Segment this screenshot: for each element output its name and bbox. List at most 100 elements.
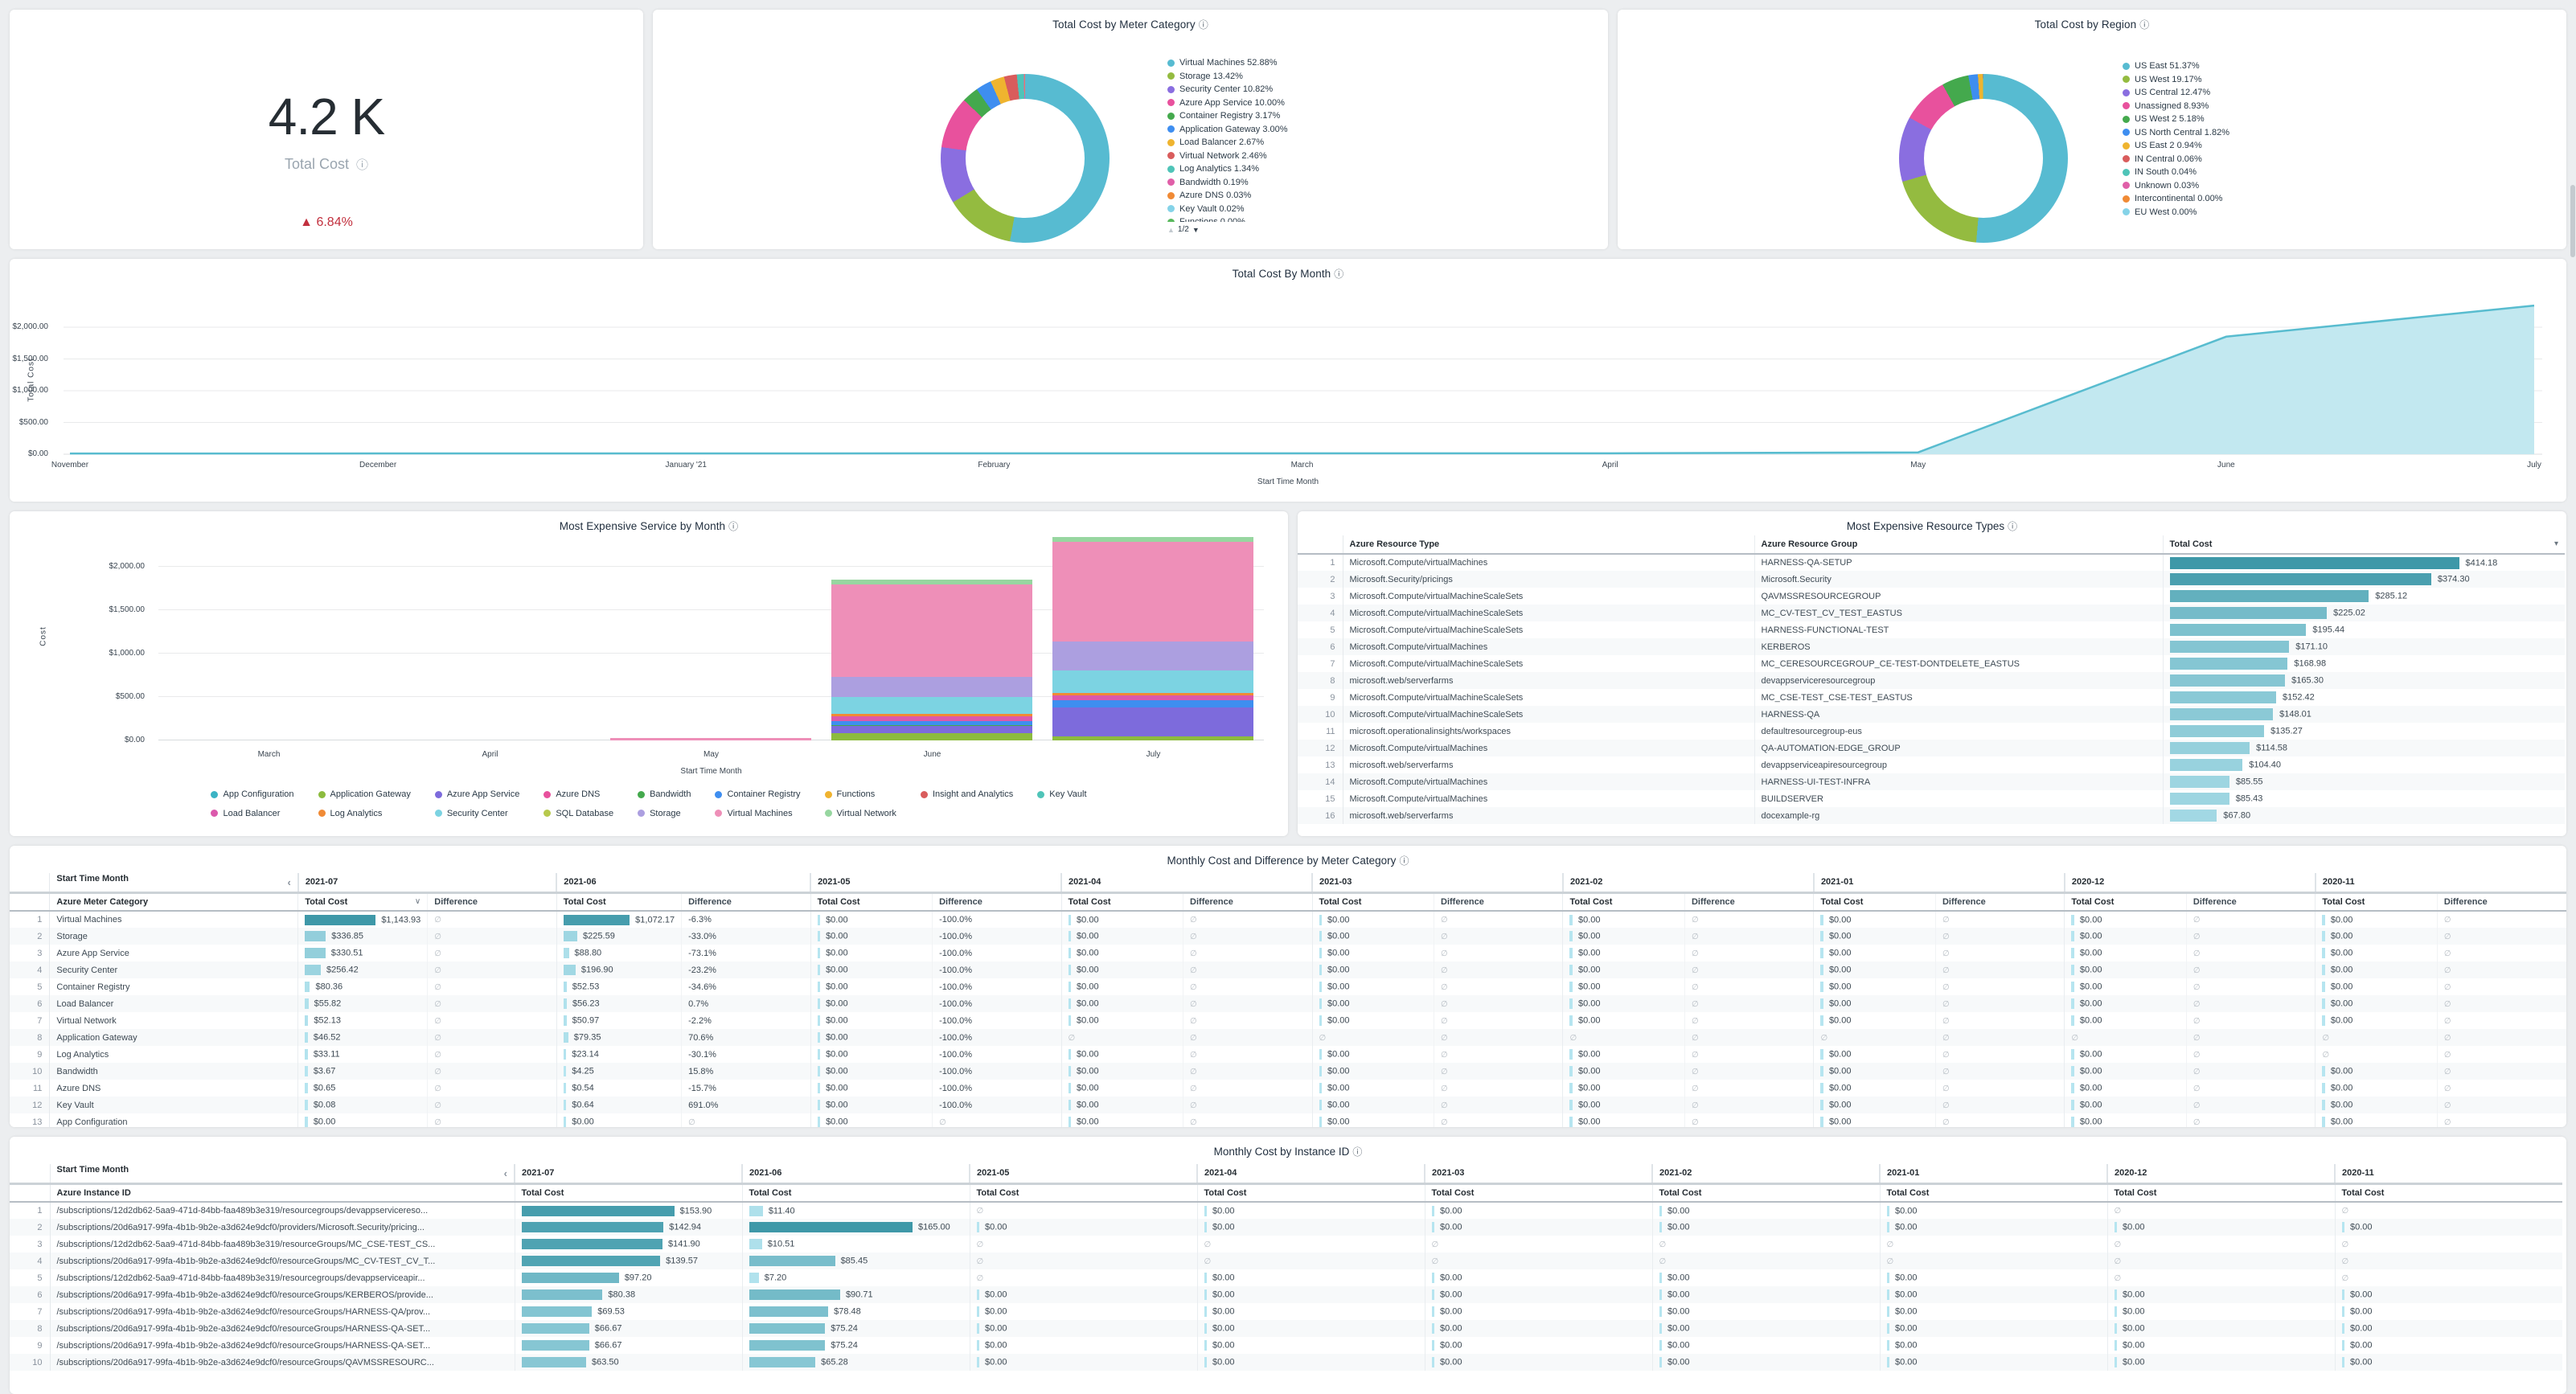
info-icon[interactable]: ⓘ (1199, 19, 1208, 31)
col-header-total-cost[interactable]: Total Cost (2065, 892, 2187, 911)
table-row[interactable]: 11Azure DNS$0.65∅$0.54-15.7%$0.00-100.0%… (10, 1080, 2566, 1097)
legend-item[interactable]: US East 2 0.94% (2123, 139, 2229, 153)
table-row[interactable]: 9/subscriptions/20d6a917-99fa-4b1b-9b2e-… (10, 1337, 2562, 1354)
info-icon[interactable]: ⓘ (1352, 1146, 1362, 1158)
stacked-bar-july[interactable] (1052, 537, 1253, 740)
table-row[interactable]: 9Microsoft.Compute/virtualMachineScaleSe… (1298, 689, 2565, 706)
legend-item[interactable]: Azure App Service (435, 788, 520, 802)
chevron-left-icon[interactable]: ‹ (504, 1165, 507, 1182)
table-row[interactable]: 8Application Gateway$46.52∅$79.3570.6%$0… (10, 1029, 2566, 1046)
table-row[interactable]: 9Log Analytics$33.11∅$23.14-30.1%$0.00-1… (10, 1046, 2566, 1063)
col-header-total-cost[interactable]: Total Cost (970, 1183, 1197, 1202)
legend-item[interactable]: US East 51.37% (2123, 59, 2229, 73)
col-header-total-cost[interactable]: Total Cost (2107, 1183, 2335, 1202)
legend-item[interactable]: US West 2 5.18% (2123, 113, 2229, 126)
col-header-difference[interactable]: Difference (1684, 892, 1813, 911)
table-row[interactable]: 3/subscriptions/12d2db62-5aa9-471d-84bb-… (10, 1236, 2562, 1253)
legend-item[interactable]: Intercontinental 0.00% (2123, 192, 2229, 206)
table-row[interactable]: 5Microsoft.Compute/virtualMachineScaleSe… (1298, 621, 2565, 638)
table-row[interactable]: 1/subscriptions/12d2db62-5aa9-471d-84bb-… (10, 1202, 2562, 1219)
info-icon[interactable]: ⓘ (1334, 269, 1343, 280)
col-header-total-cost[interactable]: Total Cost (810, 892, 933, 911)
table-row[interactable]: 6Microsoft.Compute/virtualMachinesKERBER… (1298, 638, 2565, 655)
legend-item[interactable]: Storage 13.42% (1167, 70, 1288, 84)
meter-donut-chart[interactable] (941, 74, 1110, 243)
table-row[interactable]: 6Load Balancer$55.82∅$56.230.7%$0.00-100… (10, 995, 2566, 1012)
legend-item[interactable]: Container Registry (715, 788, 800, 802)
table-row[interactable]: 6/subscriptions/20d6a917-99fa-4b1b-9b2e-… (10, 1286, 2562, 1303)
legend-item[interactable]: Key Vault 0.02% (1167, 203, 1288, 216)
table-row[interactable]: 15Microsoft.Compute/virtualMachinesBUILD… (1298, 790, 2565, 807)
col-header-total-cost[interactable]: Total Cost (1312, 892, 1434, 911)
legend-item[interactable]: Virtual Network 2.46% (1167, 150, 1288, 163)
col-header-total-cost[interactable]: Total Cost (1425, 1183, 1652, 1202)
col-header-difference[interactable]: Difference (1935, 892, 2064, 911)
table-row[interactable]: 5/subscriptions/12d2db62-5aa9-471d-84bb-… (10, 1269, 2562, 1286)
legend-item[interactable]: Azure App Service 10.00% (1167, 96, 1288, 110)
table-row[interactable]: 1Microsoft.Compute/virtualMachinesHARNES… (1298, 554, 2565, 571)
area-chart[interactable] (54, 289, 2550, 482)
legend-item[interactable]: Application Gateway (318, 788, 411, 802)
table-row[interactable]: 3Microsoft.Compute/virtualMachineScaleSe… (1298, 588, 2565, 605)
stacked-bar-may[interactable] (610, 738, 811, 740)
chevron-left-icon[interactable]: ‹ (287, 874, 290, 891)
legend-item[interactable]: US Central 12.47% (2123, 86, 2229, 100)
table-row[interactable]: 5Container Registry$80.36∅$52.53-34.6%$0… (10, 978, 2566, 995)
table-row[interactable]: 7/subscriptions/20d6a917-99fa-4b1b-9b2e-… (10, 1303, 2562, 1320)
table-row[interactable]: 14Microsoft.Compute/virtualMachinesHARNE… (1298, 773, 2565, 790)
legend-item[interactable]: Bandwidth (638, 788, 691, 802)
col-header-total-cost[interactable]: Total Cost (1061, 892, 1183, 911)
col-header-total-cost[interactable]: Total Cost∨ (298, 892, 428, 911)
info-icon[interactable]: ⓘ (2008, 521, 2017, 532)
col-header-meter-category[interactable]: Azure Meter Category (50, 892, 298, 911)
col-header-total-cost[interactable]: Total Cost (1197, 1183, 1425, 1202)
col-header-total-cost[interactable]: Total Cost▾ (2163, 535, 2565, 554)
legend-item[interactable]: Load Balancer (211, 807, 293, 821)
col-header-difference[interactable]: Difference (1434, 892, 1563, 911)
col-header-difference[interactable]: Difference (1183, 892, 1312, 911)
col-header-instance-id[interactable]: Azure Instance ID (50, 1183, 515, 1202)
table-row[interactable]: 13microsoft.web/serverfarmsdevappservice… (1298, 756, 2565, 773)
legend-item[interactable]: Log Analytics 1.34% (1167, 162, 1288, 176)
table-row[interactable]: 1Virtual Machines$1,143.93∅$1,072.17-6.3… (10, 911, 2566, 928)
col-header-total-cost[interactable]: Total Cost (1652, 1183, 1880, 1202)
table-row[interactable]: 4Security Center$256.42∅$196.90-23.2%$0.… (10, 961, 2566, 978)
col-header-total-cost[interactable]: Total Cost (1880, 1183, 2107, 1202)
table-row[interactable]: 8microsoft.web/serverfarmsdevappservicer… (1298, 672, 2565, 689)
table-row[interactable]: 10Bandwidth$3.67∅$4.2515.8%$0.00-100.0%$… (10, 1063, 2566, 1080)
legend-item[interactable]: Azure DNS 0.03% (1167, 189, 1288, 203)
col-header-resource-type[interactable]: Azure Resource Type (1343, 535, 1754, 554)
legend-item[interactable]: Load Balancer 2.67% (1167, 136, 1288, 150)
legend-item[interactable]: US West 19.17% (2123, 73, 2229, 87)
col-header-resource-group[interactable]: Azure Resource Group (1754, 535, 2163, 554)
table-row[interactable]: 10Microsoft.Compute/virtualMachineScaleS… (1298, 706, 2565, 723)
table-row[interactable]: 7Microsoft.Compute/virtualMachineScaleSe… (1298, 655, 2565, 672)
table-row[interactable]: 2Storage$336.85∅$225.59-33.0%$0.00-100.0… (10, 928, 2566, 945)
legend-item[interactable]: Azure DNS (544, 788, 613, 802)
legend-item[interactable]: Container Registry 3.17% (1167, 109, 1288, 123)
legend-item[interactable]: Virtual Machines (715, 807, 800, 821)
legend-item[interactable]: Bandwidth 0.19% (1167, 176, 1288, 190)
table-row[interactable]: 16microsoft.web/serverfarmsdocexample-rg… (1298, 807, 2565, 824)
col-header-difference[interactable]: Difference (2437, 892, 2566, 911)
legend-item[interactable]: Virtual Network (825, 807, 896, 821)
info-icon[interactable]: ⓘ (356, 158, 368, 172)
legend-item[interactable]: Functions 0.00% (1167, 215, 1288, 222)
col-header-total-cost[interactable]: Total Cost (1563, 892, 1685, 911)
legend-item[interactable]: Security Center (435, 807, 520, 821)
col-header-total-cost[interactable]: Total Cost (742, 1183, 970, 1202)
legend-item[interactable]: Security Center 10.82% (1167, 83, 1288, 96)
legend-item[interactable]: Log Analytics (318, 807, 411, 821)
table-row[interactable]: 12Key Vault$0.08∅$0.64691.0%$0.00-100.0%… (10, 1097, 2566, 1113)
col-header-total-cost[interactable]: Total Cost (2335, 1183, 2562, 1202)
legend-item[interactable]: Unknown 0.03% (2123, 179, 2229, 193)
col-header-difference[interactable]: Difference (682, 892, 810, 911)
legend-item[interactable]: App Configuration (211, 788, 293, 802)
col-header-difference[interactable]: Difference (933, 892, 1061, 911)
table-row[interactable]: 4Microsoft.Compute/virtualMachineScaleSe… (1298, 605, 2565, 621)
table-row[interactable]: 3Azure App Service$330.51∅$88.80-73.1%$0… (10, 945, 2566, 961)
table-row[interactable]: 7Virtual Network$52.13∅$50.97-2.2%$0.00-… (10, 1012, 2566, 1029)
pager-up-icon[interactable]: ▲ (1167, 226, 1175, 234)
legend-item[interactable]: Storage (638, 807, 691, 821)
region-donut-chart[interactable] (1899, 74, 2068, 243)
